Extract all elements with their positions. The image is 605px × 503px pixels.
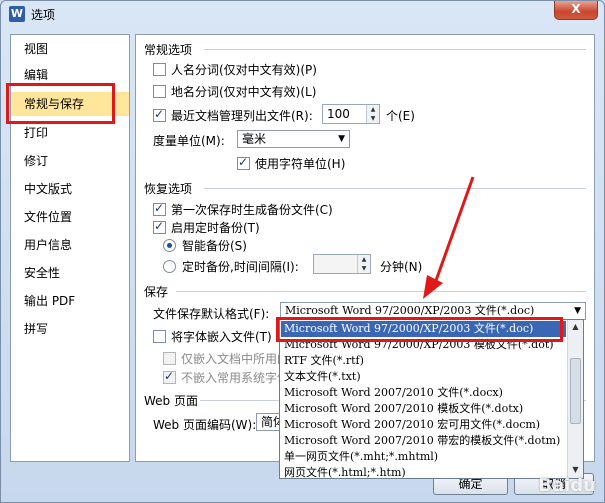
interval-backup-label: 定时备份,时间间隔(I): — [182, 260, 299, 274]
dropdown-option-docx[interactable]: Microsoft Word 2007/2010 文件(*.docx) — [281, 385, 566, 401]
timed-backup-option[interactable]: 启用定时备份(T) — [153, 219, 260, 236]
scroll-thumb[interactable] — [570, 358, 581, 424]
dropdown-option-dotx[interactable]: Microsoft Word 2007/2010 模板文件(*.dotx) — [281, 401, 566, 417]
stepper-up-icon[interactable]: ▲ — [367, 105, 379, 114]
dropdown-option-txt[interactable]: 文本文件(*.txt) — [281, 369, 566, 385]
timed-backup-label: 启用定时备份(T) — [171, 221, 260, 235]
place-split-checkbox[interactable] — [153, 85, 166, 98]
web-encoding-label: Web 页面编码(W): — [153, 418, 257, 432]
divider — [204, 188, 586, 189]
measure-unit-value: 毫米 — [242, 132, 267, 146]
scroll-up-icon[interactable]: ▲ — [568, 320, 583, 334]
dropdown-scrollbar[interactable]: ▲ ▼ — [567, 320, 583, 478]
no-embed-common-label: 不嵌入常用系统字体 — [181, 371, 290, 385]
sidebar-item-view[interactable]: 视图 — [11, 37, 129, 61]
default-format-value: Microsoft Word 97/2000/XP/2003 文件(*.doc) — [285, 304, 535, 317]
sidebar-item-output-pdf[interactable]: 输出 PDF — [11, 289, 129, 313]
name-split-option[interactable]: 人名分词(仅对中文有效)(P) — [153, 61, 317, 78]
sidebar-item-print[interactable]: 打印 — [11, 121, 129, 145]
recent-count-value: 100 — [327, 107, 350, 121]
close-button[interactable]: X — [554, 1, 598, 20]
divider — [176, 291, 586, 292]
embed-fonts-checkbox[interactable] — [153, 330, 166, 343]
window-title: 选项 — [31, 8, 56, 22]
title-bar[interactable]: W 选项 X — [1, 1, 604, 27]
backup-first-label: 第一次保存时生成备份文件(C) — [171, 203, 333, 217]
recent-count-stepper[interactable]: 100 ▲ ▼ — [322, 104, 380, 124]
use-char-units-checkbox[interactable] — [237, 155, 250, 170]
section-title-save: 保存 — [144, 285, 169, 299]
place-split-label: 地名分词(仅对中文有效)(L) — [171, 85, 317, 99]
smart-backup-label: 智能备份(S) — [182, 239, 247, 253]
smart-backup-radio[interactable] — [163, 239, 176, 252]
highlight-box-sidebar — [6, 83, 115, 124]
measure-unit-select[interactable]: 毫米 ▼ — [237, 130, 350, 148]
recent-files-checkbox[interactable] — [153, 107, 166, 122]
sidebar-item-chinese-layout[interactable]: 中文版式 — [11, 177, 129, 201]
backup-first-checkbox[interactable] — [153, 201, 166, 216]
section-title-recovery: 恢复选项 — [144, 182, 193, 196]
embed-fonts-label: 将字体嵌入文件(T) — [171, 330, 272, 344]
recent-files-option[interactable]: 最近文档管理列出文件(R): — [153, 107, 313, 124]
section-title-general: 常规选项 — [144, 43, 193, 57]
no-embed-common-option[interactable]: 不嵌入常用系统字体 — [163, 369, 289, 386]
sidebar-item-spelling[interactable]: 拼写 — [11, 317, 129, 341]
dropdown-option-docm[interactable]: Microsoft Word 2007/2010 宏可用文件(*.docm) — [281, 417, 566, 433]
backup-first-option[interactable]: 第一次保存时生成备份文件(C) — [153, 201, 333, 218]
timed-backup-checkbox[interactable] — [153, 219, 166, 234]
stepper-down-icon[interactable]: ▼ — [358, 264, 370, 273]
recent-files-label: 最近文档管理列出文件(R): — [171, 109, 313, 123]
no-embed-common-checkbox[interactable] — [163, 369, 176, 384]
interval-backup-radio[interactable] — [163, 260, 176, 273]
chevron-down-icon: ▼ — [338, 134, 345, 144]
divider — [204, 49, 586, 50]
measure-unit-label: 度量单位(M): — [153, 134, 225, 148]
embed-used-only-option[interactable]: 仅嵌入文档中所用的 — [163, 350, 289, 367]
name-split-checkbox[interactable] — [153, 63, 166, 76]
dropdown-option-mht[interactable]: 单一网页文件(*.mht;*.mhtml) — [281, 449, 566, 465]
default-format-dropdown[interactable]: Microsoft Word 97/2000/XP/2003 文件(*.doc)… — [279, 319, 584, 479]
name-split-label: 人名分词(仅对中文有效)(P) — [171, 63, 317, 77]
smart-backup-option[interactable]: 智能备份(S) — [163, 237, 247, 254]
chevron-down-icon: ▼ — [574, 306, 581, 316]
annotation-arrow-icon — [423, 176, 475, 299]
highlight-box-option — [276, 317, 563, 342]
stepper-up-icon[interactable]: ▲ — [358, 255, 370, 264]
section-title-web: Web 页面 — [144, 394, 198, 408]
dropdown-option-dotm[interactable]: Microsoft Word 2007/2010 带宏的模板文件(*.dotm) — [281, 433, 566, 449]
embed-fonts-option[interactable]: 将字体嵌入文件(T) — [153, 328, 272, 345]
dropdown-option-html[interactable]: 网页文件(*.html;*.htm) — [281, 465, 566, 478]
watermark: Baidu — [538, 475, 596, 496]
use-char-units-option[interactable]: 使用字符单位(H) — [237, 155, 345, 172]
stepper-down-icon[interactable]: ▼ — [367, 114, 379, 123]
sidebar-item-revision[interactable]: 修订 — [11, 149, 129, 173]
sidebar-item-file-location[interactable]: 文件位置 — [11, 205, 129, 229]
options-dialog: W 选项 X 视图 编辑 常规与保存 打印 修订 中文版式 文件位置 用户信息 … — [0, 0, 605, 503]
use-char-units-label: 使用字符单位(H) — [255, 157, 346, 171]
default-format-label: 文件保存默认格式(F): — [153, 307, 270, 321]
interval-stepper[interactable]: ▲ ▼ — [313, 254, 371, 274]
sidebar-item-security[interactable]: 安全性 — [11, 261, 129, 285]
wps-writer-icon: W — [9, 6, 25, 22]
sidebar-item-user-info[interactable]: 用户信息 — [11, 233, 129, 257]
interval-backup-option[interactable]: 定时备份,时间间隔(I): — [163, 258, 299, 275]
place-split-option[interactable]: 地名分词(仅对中文有效)(L) — [153, 83, 316, 100]
dropdown-option-rtf[interactable]: RTF 文件(*.rtf) — [281, 353, 566, 369]
recent-unit-label: 个(E) — [386, 109, 415, 123]
embed-used-only-label: 仅嵌入文档中所用的 — [181, 352, 290, 366]
embed-used-only-checkbox[interactable] — [163, 352, 176, 365]
